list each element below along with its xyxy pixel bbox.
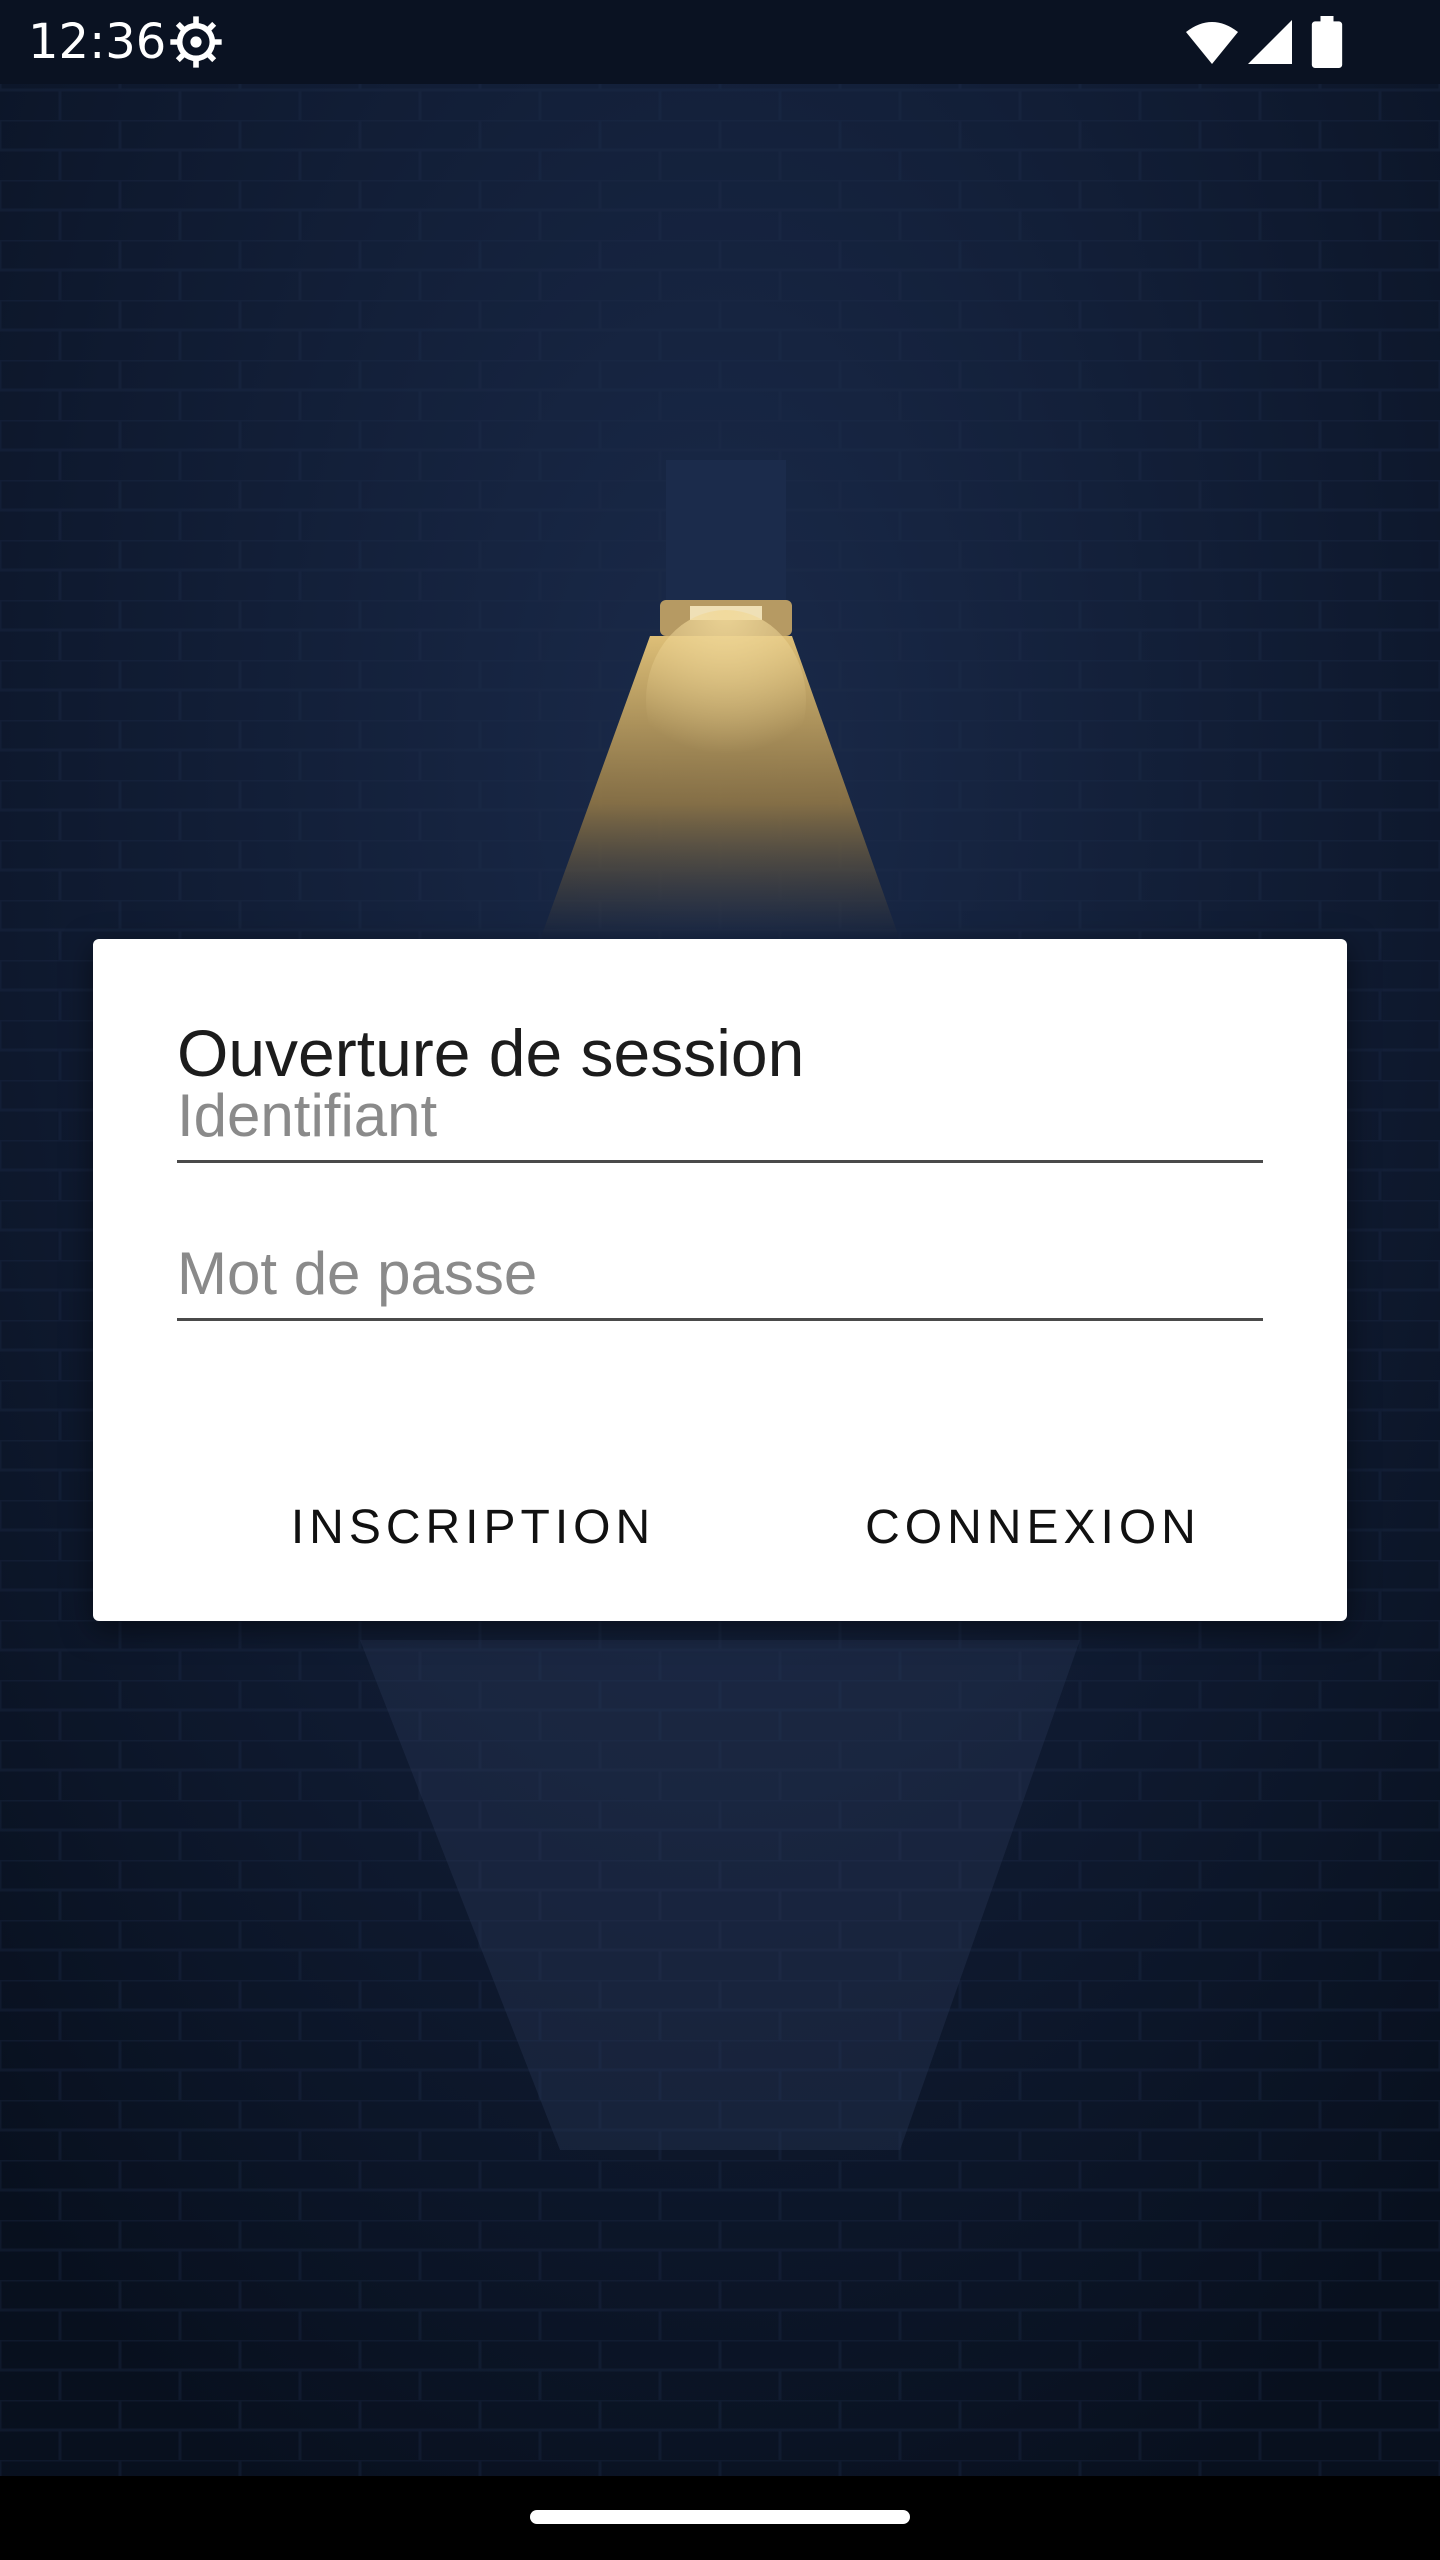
password-field[interactable] xyxy=(177,1228,1263,1321)
login-screen: 12:36 Ouverture de session INSCRIPTION C… xyxy=(0,0,1440,2560)
status-bar: 12:36 xyxy=(0,0,1440,84)
navigation-bar xyxy=(0,2476,1440,2560)
login-button[interactable]: CONNEXION xyxy=(823,1479,1243,1575)
battery-icon xyxy=(1311,16,1343,68)
signup-button[interactable]: INSCRIPTION xyxy=(263,1479,683,1575)
login-dialog: Ouverture de session INSCRIPTION CONNEXI… xyxy=(93,939,1347,1621)
settings-icon xyxy=(170,16,222,68)
signal-icon xyxy=(1248,20,1292,64)
status-time: 12:36 xyxy=(28,14,167,70)
username-field[interactable] xyxy=(177,1070,1263,1163)
wifi-icon xyxy=(1186,22,1238,64)
home-gesture-handle[interactable] xyxy=(530,2510,910,2524)
